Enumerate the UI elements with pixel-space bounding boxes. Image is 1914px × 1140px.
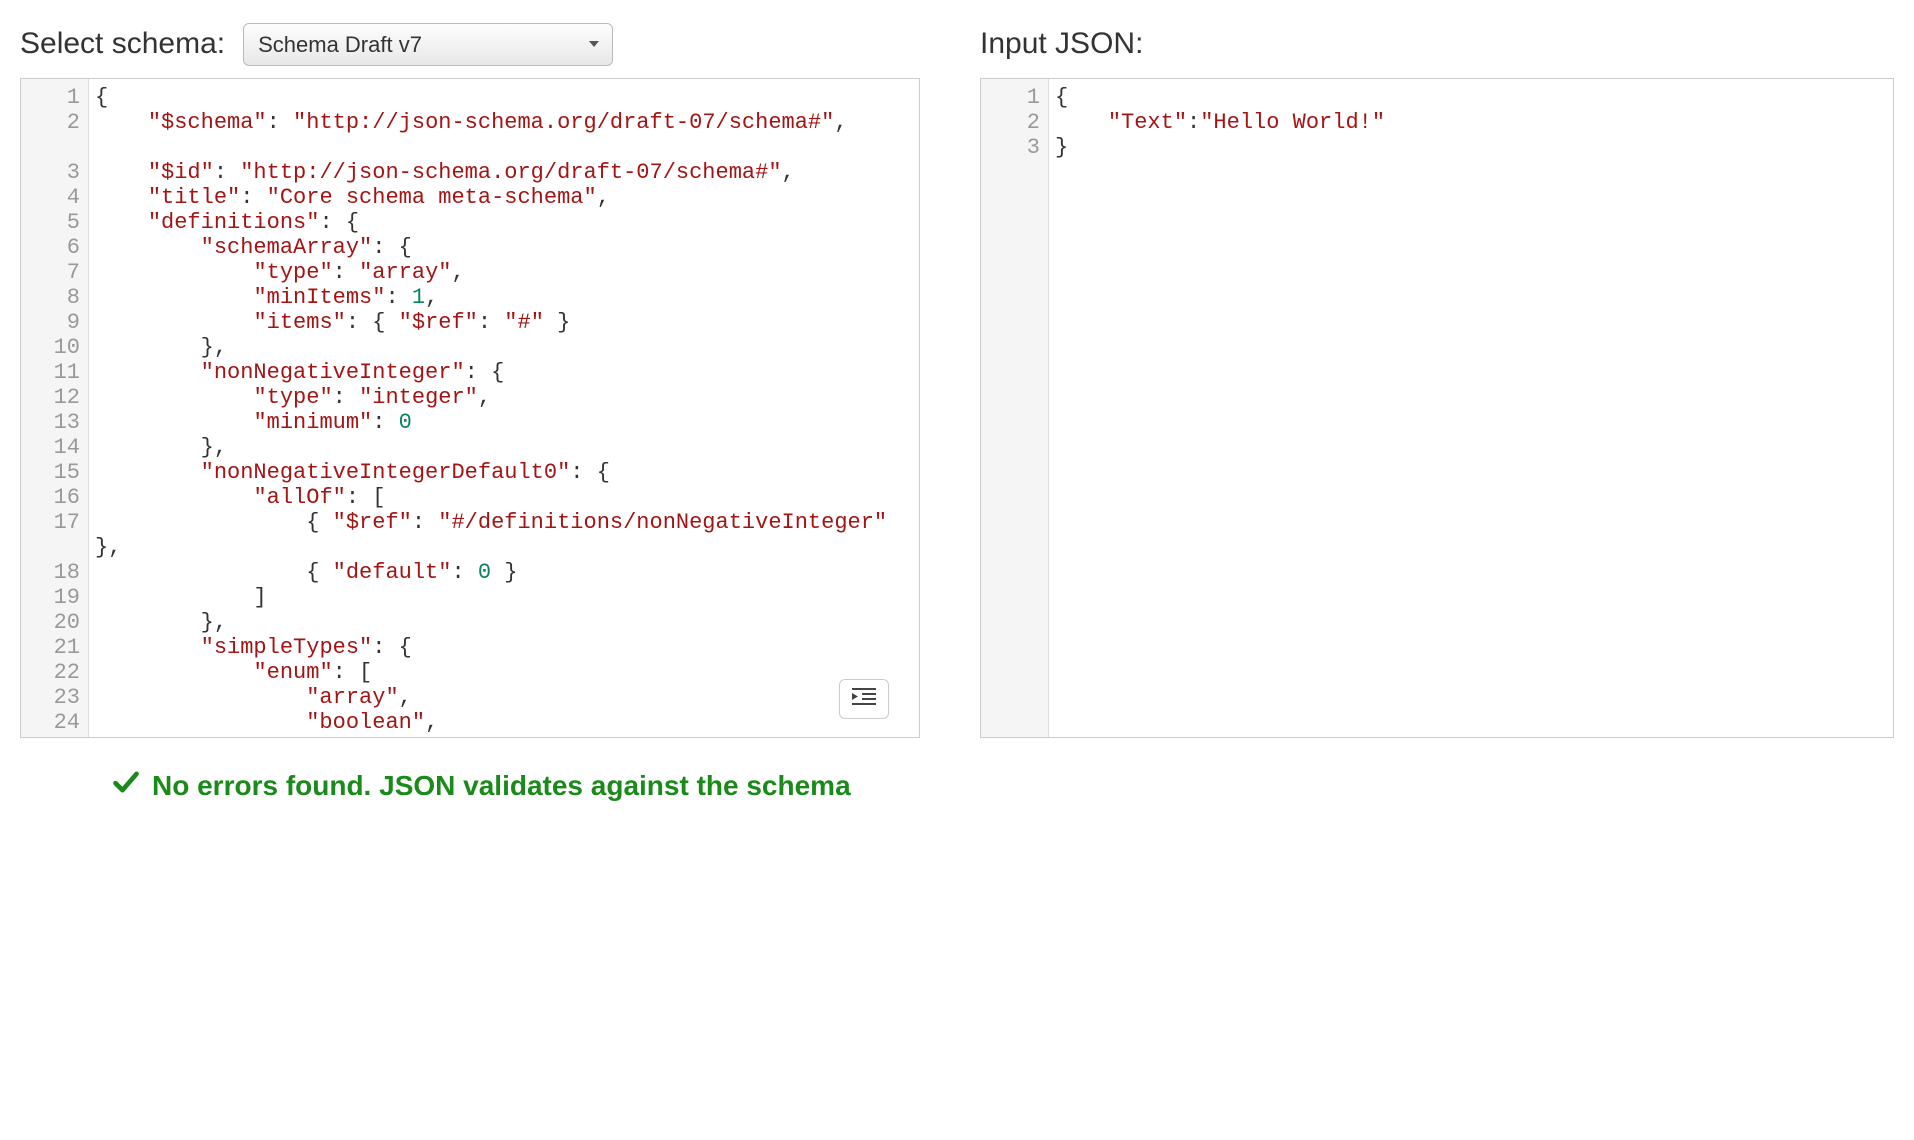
input-json-label: Input JSON: bbox=[980, 27, 1143, 61]
indent-icon bbox=[852, 687, 876, 712]
schema-editor[interactable]: 1234567891011121314151617181920212223242… bbox=[20, 78, 920, 738]
check-icon bbox=[112, 768, 140, 803]
schema-gutter: 1234567891011121314151617181920212223242… bbox=[21, 79, 89, 737]
status-message: No errors found. JSON validates against … bbox=[152, 770, 851, 802]
schema-select[interactable]: Schema Draft v7 bbox=[243, 23, 613, 66]
input-editor[interactable]: 123 { "Text":"Hello World!"} bbox=[980, 78, 1894, 738]
schema-code[interactable]: { "$schema": "http://json-schema.org/dra… bbox=[89, 79, 919, 737]
format-button[interactable] bbox=[839, 679, 889, 719]
validation-status: No errors found. JSON validates against … bbox=[112, 768, 1894, 803]
select-schema-label: Select schema: bbox=[20, 27, 225, 61]
input-gutter: 123 bbox=[981, 79, 1049, 737]
input-code[interactable]: { "Text":"Hello World!"} bbox=[1049, 79, 1893, 737]
